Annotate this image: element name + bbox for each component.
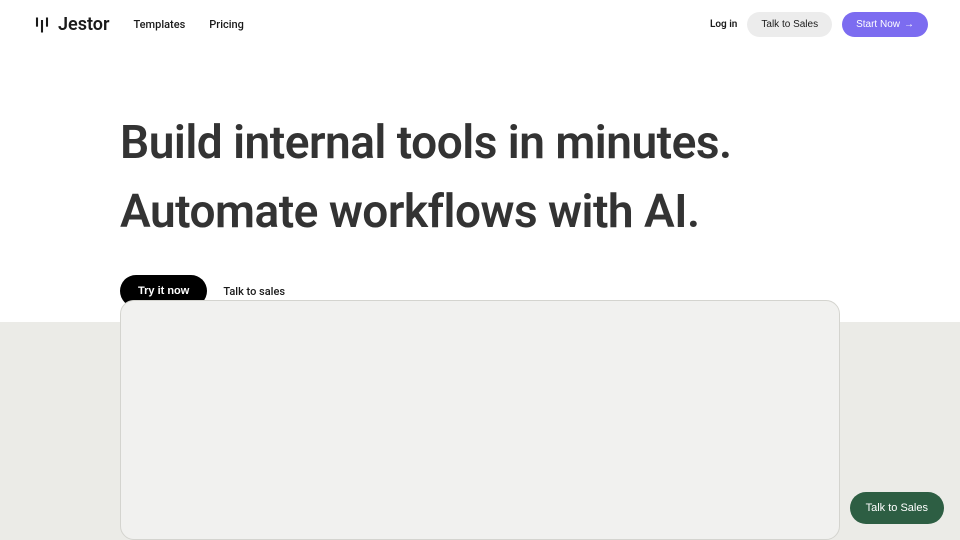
logo-icon <box>32 15 52 35</box>
start-now-button[interactable]: Start Now → <box>842 12 928 37</box>
hero-title-line1: Build internal tools in minutes. <box>120 109 840 178</box>
arrow-right-icon: → <box>904 19 914 30</box>
talk-to-sales-link[interactable]: Talk to sales <box>223 285 285 298</box>
floating-talk-to-sales-button[interactable]: Talk to Sales <box>850 492 944 524</box>
hero-title-line2: Automate workflows with AI. <box>120 178 840 247</box>
brand-name: Jestor <box>58 14 109 35</box>
nav-templates[interactable]: Templates <box>133 18 185 31</box>
hero: Build internal tools in minutes. Automat… <box>0 49 960 337</box>
login-link[interactable]: Log in <box>710 19 737 30</box>
header-left: Jestor Templates Pricing <box>32 14 244 35</box>
logo[interactable]: Jestor <box>32 14 109 35</box>
header: Jestor Templates Pricing Log in Talk to … <box>0 0 960 49</box>
hero-title: Build internal tools in minutes. Automat… <box>120 109 840 247</box>
start-now-label: Start Now <box>856 19 900 30</box>
talk-to-sales-button[interactable]: Talk to Sales <box>747 12 832 37</box>
nav-pricing[interactable]: Pricing <box>209 18 244 31</box>
header-right: Log in Talk to Sales Start Now → <box>710 12 928 37</box>
demo-video-placeholder <box>120 300 840 540</box>
